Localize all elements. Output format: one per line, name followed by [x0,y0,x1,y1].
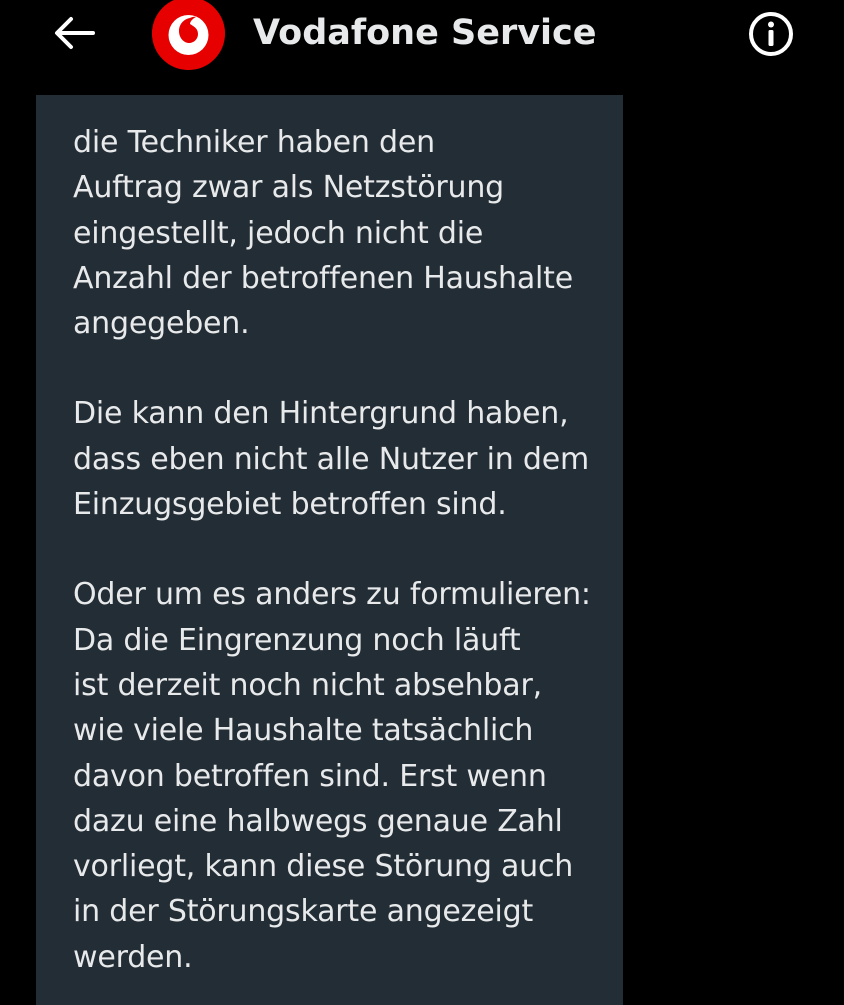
avatar[interactable] [152,0,225,70]
message-line: Anzahl der betroffenen Haushalte [73,260,573,296]
message-line: Oder um es anders zu formulieren: [73,577,591,613]
message-line: die Techniker haben den [73,125,435,160]
arrow-left-icon [55,17,95,49]
message-line: wie viele Haushalte tatsächlich [73,713,534,749]
vodafone-logo-icon [152,0,225,70]
message-line: davon betroffen sind. Erst wenn [73,758,547,794]
message-line: werden. [73,939,193,975]
info-circle-icon [749,12,793,56]
info-button[interactable] [745,9,797,59]
message-line: Da die Eingrenzung noch läuft [73,622,521,658]
message-line: Die kann den Hintergrund haben, [73,396,569,432]
message-line: dass eben nicht alle Nutzer in dem [73,441,590,477]
message-bubble: die Techniker haben den Auftrag zwar als… [36,95,623,1005]
message-line: angegeben. [73,306,250,342]
message-line: dazu eine halbwegs genaue Zahl [73,803,563,839]
message-line: in der Störungskarte angezeigt [73,894,534,930]
message-line: Auftrag zwar als Netzstörung [73,170,505,206]
message-paragraph: Die kann den Hintergrund haben, dass ebe… [73,391,623,527]
page-title[interactable]: Vodafone Service [253,10,597,56]
message-line: ist derzeit noch nicht absehbar, [73,667,542,703]
message-line: Einzugsgebiet betroffen sind. [73,487,507,523]
message-paragraph: Oder um es anders zu formulieren: Da die… [73,572,623,980]
message-paragraph: die Techniker haben den Auftrag zwar als… [73,120,623,346]
back-button[interactable] [46,8,102,58]
message-line: vorliegt, kann diese Störung auch [73,849,574,885]
conversation-header: Vodafone Service [0,0,844,92]
message-line: eingestellt, jedoch nicht die [73,215,484,251]
